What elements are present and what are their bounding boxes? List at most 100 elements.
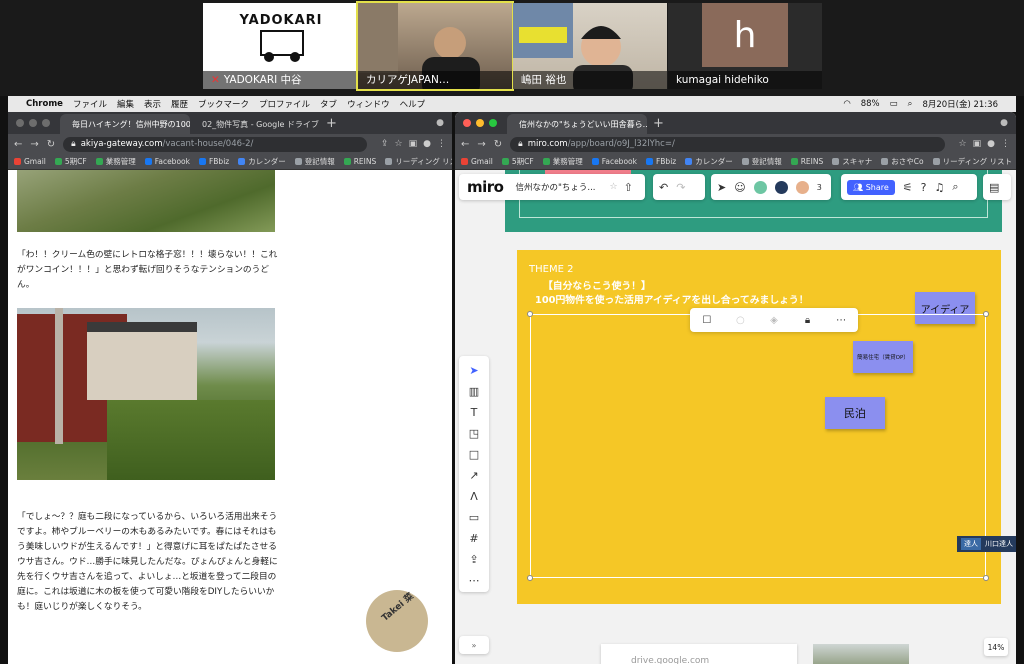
theme-prompt[interactable]: 【自分ならこう使う！】 100円物件を使った活用アイディアを出し合ってみましょう… (535, 280, 809, 308)
select-tool-icon[interactable]: ➤ (469, 360, 478, 381)
address-bar[interactable]: 🔒︎ akiya-gateway.com/vacant-house/046-2/ (63, 136, 367, 152)
share-button[interactable]: 👥︎ Share (847, 179, 895, 195)
menu-window[interactable]: ウィンドウ (347, 98, 390, 110)
star-icon[interactable]: ☆ (609, 182, 617, 192)
menu-tab[interactable]: タブ (320, 98, 337, 110)
minimize-window-button[interactable] (476, 119, 484, 127)
drive-link-card[interactable]: drive.google.com (601, 644, 797, 664)
frame-title[interactable]: THEME 2 (529, 264, 573, 275)
avatar[interactable] (774, 180, 788, 194)
bookmark-toki[interactable]: 登記情報 (741, 156, 782, 167)
bookmark-toki[interactable]: 登記情報 (294, 156, 335, 167)
more-tools-icon[interactable]: ⋯ (469, 570, 480, 591)
tab-google-drive[interactable]: 02_物件写真 - Google ドライブ × (190, 114, 320, 134)
style-icon[interactable]: ◈ (765, 315, 783, 326)
profile-avatar[interactable]: ● (423, 139, 431, 149)
extension-icon[interactable]: ▣ (973, 139, 982, 149)
zoom-window-button[interactable] (42, 119, 50, 127)
zoom-level[interactable]: 14% (984, 638, 1008, 656)
new-tab-button[interactable]: + (653, 116, 664, 131)
bookmark-facebook[interactable]: Facebook (591, 157, 637, 166)
more-options-icon[interactable]: ⋯ (832, 315, 850, 326)
bookmark-scanner[interactable]: スキャナ (832, 156, 872, 167)
search-icon[interactable]: ⌕ (908, 99, 913, 109)
sticky-note-tool-icon[interactable]: ◳ (469, 423, 479, 444)
extension-icon[interactable]: ▣ (409, 139, 418, 149)
reload-button[interactable]: ↻ (47, 139, 55, 150)
text-tool-icon[interactable]: T (471, 402, 478, 423)
forward-button[interactable]: → (30, 139, 38, 150)
bookmark-facebook[interactable]: Facebook (144, 157, 190, 166)
zoom-window-button[interactable] (489, 119, 497, 127)
sticky-note-simple-house[interactable]: 簡易住宅（賃貸OP） (853, 341, 913, 373)
menu-app-chrome[interactable]: Chrome (26, 99, 63, 109)
address-bar[interactable]: 🔒︎ miro.com/app/board/o9J_l32lYhc=/ (510, 136, 945, 152)
more-menu-icon[interactable]: ⋮ (437, 139, 446, 149)
upload-tool-icon[interactable]: ⇪ (469, 549, 478, 570)
participant-tile-kumagai[interactable]: h kumagai hidehiko (668, 3, 822, 89)
battery-percent[interactable]: 88% (861, 99, 880, 109)
resize-handle[interactable] (983, 311, 989, 317)
share-icon[interactable]: ⇪ (381, 139, 389, 149)
wifi-icon[interactable]: ◠ (843, 99, 850, 109)
comment-tool-icon[interactable]: ▭ (469, 507, 479, 528)
bookmark-reins[interactable]: REINS (343, 157, 376, 166)
undo-icon[interactable]: ↶ (659, 181, 668, 194)
search-icon[interactable]: ⌕ (952, 180, 958, 194)
close-window-button[interactable] (463, 119, 471, 127)
more-menu-icon[interactable]: ⋮ (1001, 139, 1010, 149)
profile-avatar[interactable]: ● (987, 139, 995, 149)
bookmark-gmail[interactable]: Gmail (461, 157, 493, 166)
frame-format-icon[interactable]: ☐ (698, 315, 716, 326)
battery-icon[interactable]: ▭ (890, 99, 898, 109)
resize-handle[interactable] (527, 575, 533, 581)
menu-history[interactable]: 履歴 (171, 98, 188, 110)
minimize-window-button[interactable] (29, 119, 37, 127)
bookmark-5cf[interactable]: 5期CF (54, 156, 87, 167)
bookmark-reins[interactable]: REINS (790, 157, 823, 166)
bookmark-fbbiz[interactable]: FBbiz (198, 157, 229, 166)
bell-icon[interactable]: ♫ (935, 181, 945, 194)
lock-icon[interactable]: 🔒︎ (799, 315, 817, 326)
bookmark-reading-list[interactable]: リーディング リスト (932, 156, 1012, 167)
bookmark-star-icon[interactable]: ☆ (395, 139, 403, 149)
board-name[interactable]: 信州なかの"ちょう... (515, 181, 603, 193)
theme-2-frame[interactable]: THEME 2 【自分ならこう使う！】 100円物件を使った活用アイディアを出し… (517, 250, 1001, 604)
menu-edit[interactable]: 編集 (117, 98, 134, 110)
expand-panel-button[interactable]: » (459, 636, 489, 654)
miro-logo[interactable]: miro (467, 178, 504, 196)
forward-button[interactable]: → (477, 139, 485, 150)
reaction-icon[interactable]: ☺ (734, 181, 745, 194)
menu-help[interactable]: ヘルプ (400, 98, 426, 110)
resize-handle[interactable] (983, 575, 989, 581)
menu-profile[interactable]: プロファイル (259, 98, 310, 110)
bookmark-calendar[interactable]: カレンダー (238, 156, 286, 167)
reload-button[interactable]: ↻ (494, 139, 502, 150)
tab-search-icon[interactable]: ● (1000, 118, 1008, 128)
sticky-note-minpaku[interactable]: 民泊 (825, 397, 885, 429)
menu-view[interactable]: 表示 (144, 98, 161, 110)
avatar[interactable] (753, 180, 767, 194)
redo-icon[interactable]: ↷ (676, 181, 685, 194)
template-tool-icon[interactable]: ▥ (469, 381, 479, 402)
menu-file[interactable]: ファイル (73, 98, 107, 110)
tab-miro-board[interactable]: 信州なかの"ちょうどいい田舎暮ら... × (507, 114, 647, 134)
bookmark-calendar[interactable]: カレンダー (685, 156, 733, 167)
color-icon[interactable]: ○ (731, 315, 749, 326)
pen-tool-icon[interactable]: Λ (470, 486, 478, 507)
close-window-button[interactable] (16, 119, 24, 127)
bookmark-gmail[interactable]: Gmail (14, 157, 46, 166)
participant-tile-yadokari[interactable]: YADOKARI ✕ YADOKARI 中谷 (203, 3, 357, 89)
selection-box[interactable]: 簡易住宅（賃貸OP） 民泊 (527, 311, 989, 581)
bookmark-osaya[interactable]: おさやCo (881, 156, 924, 167)
bookmark-gyomu[interactable]: 業務管理 (95, 156, 136, 167)
resize-handle[interactable] (527, 311, 533, 317)
panel-toggle[interactable]: ▤ (983, 174, 1011, 200)
bookmark-5cf[interactable]: 5期CF (501, 156, 534, 167)
bookmark-star-icon[interactable]: ☆ (959, 139, 967, 149)
new-tab-button[interactable]: + (326, 116, 337, 131)
shape-tool-icon[interactable]: □ (469, 444, 479, 465)
site-stamp-logo[interactable]: Takei 菜 (366, 590, 428, 652)
frame-tool-icon[interactable]: # (469, 528, 478, 549)
tab-search-icon[interactable]: ● (436, 118, 444, 128)
